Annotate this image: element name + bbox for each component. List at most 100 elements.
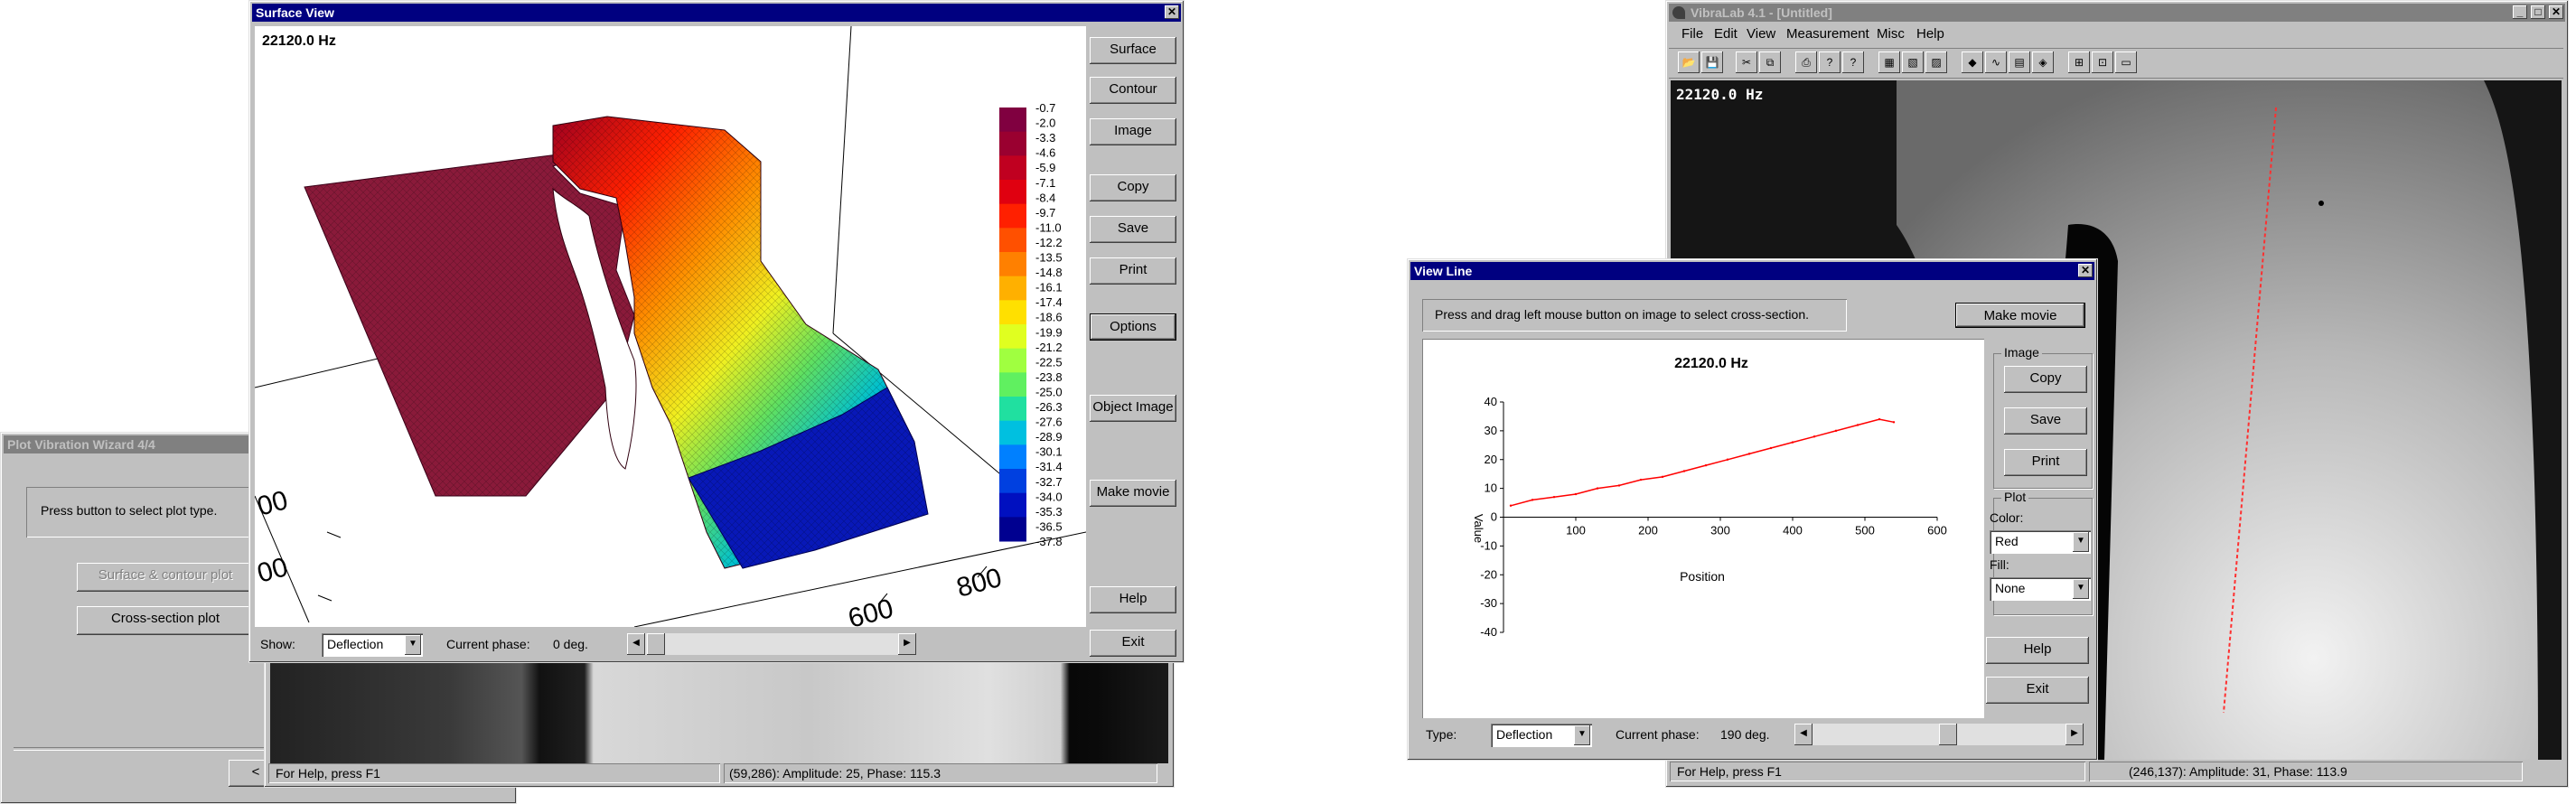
view-b-icon[interactable]: ▧ xyxy=(1902,51,1924,73)
scroll-right-icon[interactable]: ▶ xyxy=(898,633,916,655)
maximize-icon[interactable]: □ xyxy=(2531,5,2545,19)
scroll-left-icon[interactable]: ◀ xyxy=(1794,724,1813,745)
colorbar-label: -32.7 xyxy=(1035,475,1063,489)
color-dropdown[interactable]: Red ▼ xyxy=(1990,530,2091,554)
view-c-icon[interactable]: ▨ xyxy=(1925,51,1947,73)
surface-contour-plot-button[interactable]: Surface & contour plot xyxy=(77,563,254,592)
save-button[interactable]: Save xyxy=(1090,216,1176,243)
colorbar-segment xyxy=(999,300,1026,325)
menu-help[interactable]: Help xyxy=(1916,24,1944,44)
close-icon[interactable]: ✕ xyxy=(1165,5,1179,19)
minimize-icon[interactable]: _ xyxy=(2513,5,2527,19)
view-a-icon[interactable]: ▦ xyxy=(1878,51,1900,73)
mid-status-help: For Help, press F1 xyxy=(276,766,380,781)
menu-edit[interactable]: Edit xyxy=(1714,24,1738,44)
y-tick-label: 0 xyxy=(1491,510,1497,524)
save-icon[interactable]: 💾 xyxy=(1701,51,1723,73)
fill-dropdown[interactable]: None ▼ xyxy=(1990,577,2091,601)
y-tick-label: 10 xyxy=(1485,481,1497,495)
options-button[interactable]: Options xyxy=(1090,313,1176,341)
context-help-icon[interactable]: ? xyxy=(1842,51,1864,73)
colorbar-label: -9.7 xyxy=(1035,206,1055,220)
color-label: Color: xyxy=(1990,510,2024,525)
scroll-left-icon[interactable]: ◀ xyxy=(627,633,645,655)
chart-title: 22120.0 Hz xyxy=(1674,356,1748,371)
axis-label-1: 00 xyxy=(255,552,291,589)
phase-value: 190 deg. xyxy=(1720,727,1770,742)
colorbar-label: -17.4 xyxy=(1035,295,1063,309)
colorbar-label: -34.0 xyxy=(1035,490,1063,503)
colorbar-segment xyxy=(999,469,1026,494)
tool-c-icon[interactable]: ▭ xyxy=(2115,51,2137,73)
scroll-right-icon[interactable]: ▶ xyxy=(2065,724,2084,745)
colorbar-label: -11.0 xyxy=(1035,220,1062,234)
plot-c-icon[interactable]: ▤ xyxy=(2009,51,2030,73)
print-button[interactable]: Print xyxy=(1090,257,1176,285)
cross-section-plot-button[interactable]: Cross-section plot xyxy=(77,606,254,635)
print-icon[interactable]: ⎙ xyxy=(1795,51,1817,73)
plot-a-icon[interactable]: ◆ xyxy=(1962,51,1983,73)
series-point xyxy=(1574,492,1578,496)
help-icon[interactable]: ? xyxy=(1819,51,1841,73)
close-icon[interactable]: ✕ xyxy=(2549,5,2563,19)
colorbar-segment xyxy=(999,517,1026,542)
object-image-button[interactable]: Object Image xyxy=(1090,395,1176,422)
phase-scrollbar[interactable]: ◀ ▶ xyxy=(627,633,916,655)
axis-label-0: 00 xyxy=(255,485,291,522)
x-tick-label: 500 xyxy=(1855,524,1875,538)
surface-button[interactable]: Surface xyxy=(1090,37,1176,64)
help-button[interactable]: Help xyxy=(1090,586,1176,613)
menu-view[interactable]: View xyxy=(1747,24,1775,44)
axis-label-2: 600 xyxy=(845,594,896,627)
series-point xyxy=(1892,421,1896,424)
tool-a-icon[interactable]: ⊞ xyxy=(2068,51,2090,73)
phase-scrollbar[interactable]: ◀ ▶ xyxy=(1794,724,2084,745)
plot-b-icon[interactable]: ∿ xyxy=(1985,51,2007,73)
image-button[interactable]: Image xyxy=(1090,118,1176,145)
make-movie-button[interactable]: Make movie xyxy=(1955,303,2085,328)
chart-axes: 403020100-10-20-30-40100 200 300 400 500 600 xyxy=(1480,395,1947,639)
exit-button[interactable]: Exit xyxy=(1986,677,2089,704)
plot-d-icon[interactable]: ◈ xyxy=(2032,51,2054,73)
contour-button[interactable]: Contour xyxy=(1090,77,1176,104)
menu-file[interactable]: File xyxy=(1681,24,1703,44)
scroll-thumb[interactable] xyxy=(1939,724,1957,745)
print-button[interactable]: Print xyxy=(2004,449,2087,476)
surface-frequency: 22120.0 Hz xyxy=(262,33,336,49)
x-tick-label: 100 xyxy=(1566,524,1586,538)
series-point xyxy=(1856,424,1859,426)
chevron-down-icon[interactable]: ▼ xyxy=(405,635,421,655)
menu-misc[interactable]: Misc xyxy=(1877,24,1905,44)
copy-button[interactable]: Copy xyxy=(1090,174,1176,201)
copy-icon[interactable]: ⧉ xyxy=(1759,51,1781,73)
menu-measurement[interactable]: Measurement xyxy=(1786,24,1869,44)
exit-button[interactable]: Exit xyxy=(1090,630,1176,657)
colorbar-label: -3.3 xyxy=(1035,131,1055,145)
x-tick-label: 400 xyxy=(1783,524,1803,538)
series-point xyxy=(1617,484,1621,487)
open-icon[interactable]: 📂 xyxy=(1678,51,1700,73)
close-icon[interactable]: ✕ xyxy=(2078,264,2093,277)
cut-icon[interactable]: ✂ xyxy=(1736,51,1757,73)
save-button[interactable]: Save xyxy=(2004,407,2087,435)
phase-label: Current phase: xyxy=(1616,727,1700,742)
make-movie-button[interactable]: Make movie xyxy=(1090,480,1176,507)
colorbar-label: -31.4 xyxy=(1035,460,1063,473)
chevron-down-icon[interactable]: ▼ xyxy=(1574,725,1590,745)
menu-bar: File Edit View Measurement Misc Help xyxy=(1669,24,2563,46)
colorbar-label: -37.8 xyxy=(1035,535,1063,548)
chevron-down-icon[interactable]: ▼ xyxy=(2073,532,2089,552)
tool-b-icon[interactable]: ⊡ xyxy=(2092,51,2113,73)
colorbar-label: -25.0 xyxy=(1035,385,1063,398)
scroll-thumb[interactable] xyxy=(647,633,665,655)
line-chart-area: 22120.0 Hz Position Value 40 30 20 10 0 -10 -2… xyxy=(1422,339,1984,718)
colorbar-segment xyxy=(999,276,1026,301)
chevron-down-icon[interactable]: ▼ xyxy=(2073,579,2089,599)
copy-button[interactable]: Copy xyxy=(2004,366,2087,393)
help-button[interactable]: Help xyxy=(1986,637,2089,664)
fill-label: Fill: xyxy=(1990,557,2009,572)
colorbar-segment xyxy=(999,108,1026,133)
vibralab-title-bar: VibraLab 4.1 - [Untitled] _ □ ✕ xyxy=(1669,4,2565,22)
type-dropdown[interactable]: Deflection ▼ xyxy=(1491,724,1592,747)
show-dropdown[interactable]: Deflection ▼ xyxy=(322,633,423,657)
